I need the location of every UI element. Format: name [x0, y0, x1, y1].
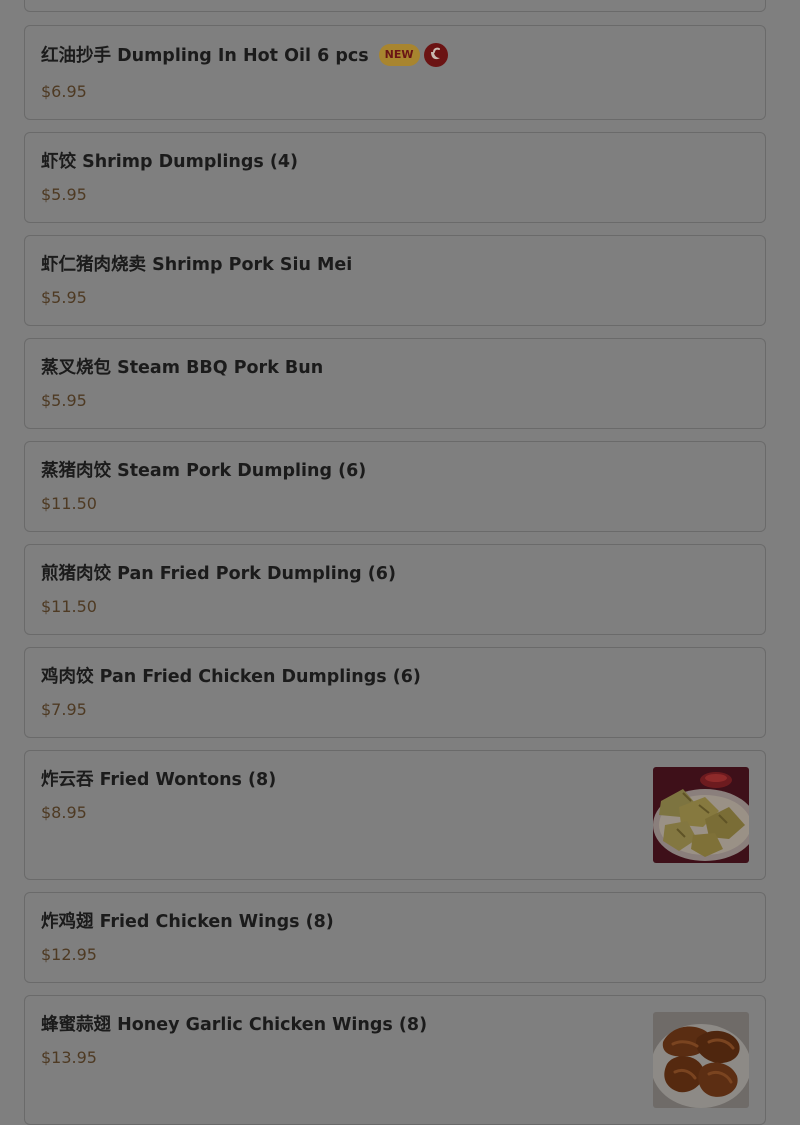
item-name: 炸云吞 Fried Wontons (8) [41, 770, 277, 790]
item-price: $12.95 [41, 945, 97, 964]
item-price: $6.95 [41, 82, 87, 101]
item-price: $5.95 [41, 185, 87, 204]
menu-item-card[interactable]: 蜂蜜蒜翅 Honey Garlic Chicken Wings (8) $13.… [24, 995, 766, 1125]
fried-wontons-photo[interactable] [653, 767, 749, 863]
menu-item-card[interactable]: 炸鸡翅 Fried Chicken Wings (8) $12.95 [24, 892, 766, 983]
item-name: 红油抄手 Dumpling In Hot Oil 6 pcs [41, 46, 369, 66]
menu-item-card-partial[interactable] [24, 0, 766, 12]
menu-item-card[interactable]: 蒸猪肉饺 Steam Pork Dumpling (6) $11.50 [24, 441, 766, 532]
item-price: $11.50 [41, 597, 97, 616]
item-price: $11.50 [41, 494, 97, 513]
item-name: 蒸叉烧包 Steam BBQ Pork Bun [41, 358, 324, 378]
new-badge: NEW [378, 43, 420, 66]
chili-pepper-icon [423, 42, 448, 67]
menu-item-card[interactable]: 红油抄手 Dumpling In Hot Oil 6 pcs NEW $6.95 [24, 25, 766, 120]
item-price: $13.95 [41, 1048, 97, 1067]
item-price: $5.95 [41, 391, 87, 410]
item-name: 蜂蜜蒜翅 Honey Garlic Chicken Wings (8) [41, 1015, 428, 1035]
menu-item-card[interactable]: 煎猪肉饺 Pan Fried Pork Dumpling (6) $11.50 [24, 544, 766, 635]
menu-item-card[interactable]: 蒸叉烧包 Steam BBQ Pork Bun $5.95 [24, 338, 766, 429]
item-name: 虾饺 Shrimp Dumplings (4) [41, 152, 299, 172]
menu-item-card[interactable]: 虾饺 Shrimp Dumplings (4) $5.95 [24, 132, 766, 223]
honey-garlic-wings-photo[interactable] [653, 1012, 749, 1108]
item-name: 鸡肉饺 Pan Fried Chicken Dumplings (6) [41, 667, 421, 687]
menu-item-card[interactable]: 虾仁猪肉烧卖 Shrimp Pork Siu Mei $5.95 [24, 235, 766, 326]
item-name: 蒸猪肉饺 Steam Pork Dumpling (6) [41, 461, 367, 481]
item-price: $8.95 [41, 803, 87, 822]
menu-item-list: 红油抄手 Dumpling In Hot Oil 6 pcs NEW $6.95… [0, 0, 800, 1125]
item-name: 虾仁猪肉烧卖 Shrimp Pork Siu Mei [41, 255, 353, 275]
menu-item-card[interactable]: 炸云吞 Fried Wontons (8) $8.95 [24, 750, 766, 880]
item-price: $5.95 [41, 288, 87, 307]
item-name: 煎猪肉饺 Pan Fried Pork Dumpling (6) [41, 564, 396, 584]
item-name: 炸鸡翅 Fried Chicken Wings (8) [41, 912, 334, 932]
item-price: $7.95 [41, 700, 87, 719]
menu-item-card[interactable]: 鸡肉饺 Pan Fried Chicken Dumplings (6) $7.9… [24, 647, 766, 738]
